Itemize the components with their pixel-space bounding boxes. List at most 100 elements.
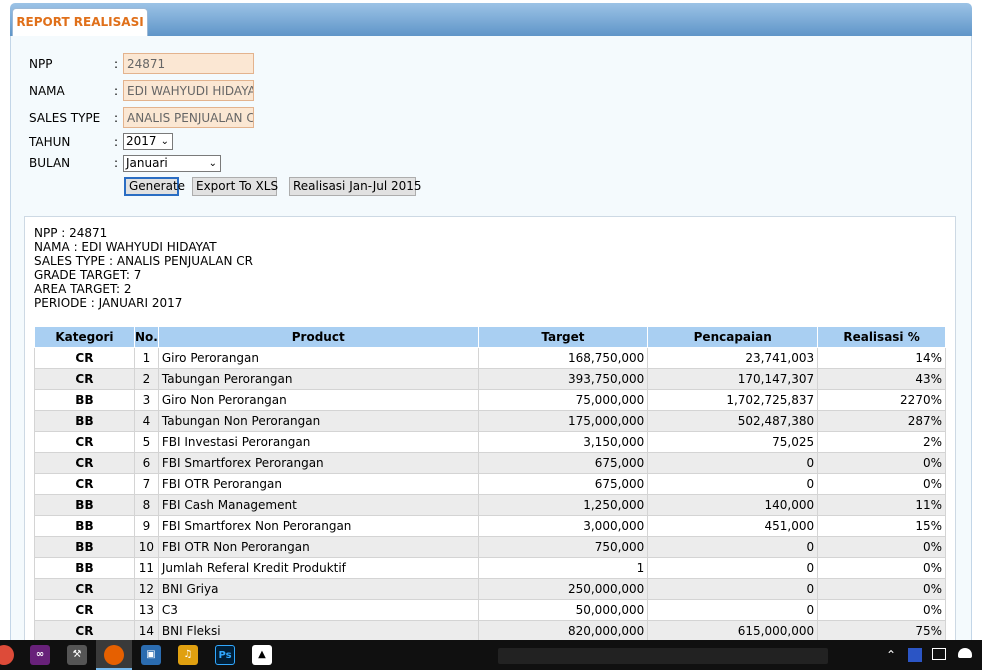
- cell-product: C3: [157, 599, 479, 621]
- cell-target: 50,000,000: [477, 599, 649, 621]
- display-icon[interactable]: [932, 648, 946, 660]
- cell-target: 1,250,000: [477, 494, 649, 516]
- cell-product: Giro Perorangan: [157, 347, 479, 369]
- cell-pencapaian: 170,147,307: [647, 368, 819, 390]
- nama-field[interactable]: EDI WAHYUDI HIDAYAT: [123, 80, 254, 101]
- cell-target: 675,000: [477, 452, 649, 474]
- cell-product: FBI OTR Perorangan: [157, 473, 479, 495]
- cell-no: 6: [133, 452, 159, 474]
- cell-realisasi: 2270%: [817, 389, 946, 411]
- media-icon[interactable]: ♫: [178, 645, 198, 665]
- cell-no: 12: [133, 578, 159, 600]
- export-xls-button[interactable]: Export To XLS: [192, 177, 278, 196]
- cell-pencapaian: 0: [647, 578, 819, 600]
- table-row: CR 13 C3 50,000,000 0 0%: [34, 599, 946, 621]
- cell-pencapaian: 0: [647, 452, 819, 474]
- cell-no: 10: [133, 536, 159, 558]
- cell-realisasi: 0%: [817, 557, 946, 579]
- table-row: CR 5 FBI Investasi Perorangan 3,150,000 75,0…: [34, 431, 946, 453]
- cell-realisasi: 14%: [817, 347, 946, 369]
- cell-product: Jumlah Referal Kredit Produktif: [157, 557, 479, 579]
- bulan-select[interactable]: Januari ⌄: [123, 155, 221, 172]
- cell-product: BNI Griya: [157, 578, 479, 600]
- network-icon[interactable]: [908, 648, 922, 662]
- photoshop-icon[interactable]: Ps: [215, 645, 235, 665]
- table-row: BB 3 Giro Non Perorangan 75,000,000 1,702,72…: [34, 389, 946, 411]
- cell-pencapaian: 23,741,003: [647, 347, 819, 369]
- npp-colon: :: [114, 57, 119, 71]
- cell-no: 7: [133, 473, 159, 495]
- cell-product: Giro Non Perorangan: [157, 389, 479, 411]
- col-header-target: Target: [477, 326, 649, 348]
- cell-product: BNI Fleksi: [157, 620, 479, 642]
- tahun-select-value: 2017: [126, 134, 157, 148]
- bulan-label: BULAN: [29, 156, 71, 170]
- cell-target: 393,750,000: [477, 368, 649, 390]
- cell-kategori: BB: [34, 515, 135, 537]
- table-row: CR 12 BNI Griya 250,000,000 0 0%: [34, 578, 946, 600]
- cell-kategori: CR: [34, 431, 135, 453]
- cell-pencapaian: 1,702,725,837: [647, 389, 819, 411]
- realisasi-jan-jul-button[interactable]: Realisasi Jan-Jul 2015: [289, 177, 422, 196]
- remote-desktop-icon[interactable]: ▣: [141, 645, 161, 665]
- cell-target: 75,000,000: [477, 389, 649, 411]
- cell-target: 1: [477, 557, 649, 579]
- report-table: Kategori No. Product Target Pencapaian R…: [34, 326, 946, 642]
- cell-realisasi: 0%: [817, 536, 946, 558]
- generate-button[interactable]: Generate: [124, 177, 185, 196]
- cloud-icon[interactable]: [958, 648, 972, 658]
- cell-kategori: BB: [34, 536, 135, 558]
- chrome-icon[interactable]: [0, 645, 14, 665]
- photos-icon[interactable]: ▲: [252, 645, 272, 665]
- cell-product: FBI Cash Management: [157, 494, 479, 516]
- table-body: CR 1 Giro Perorangan 168,750,000 23,741,003 1…: [34, 347, 946, 642]
- info-grade-target: GRADE TARGET: 7: [34, 268, 142, 282]
- cell-target: 3,150,000: [477, 431, 649, 453]
- tools-icon[interactable]: ⚒: [67, 645, 87, 665]
- cell-no: 11: [133, 557, 159, 579]
- nama-colon: :: [114, 84, 119, 98]
- media-controls[interactable]: [498, 648, 828, 664]
- col-header-pencapaian: Pencapaian: [647, 326, 819, 348]
- table-row: BB 4 Tabungan Non Perorangan 175,000,000 502…: [34, 410, 946, 432]
- info-sales-type: SALES TYPE : ANALIS PENJUALAN CR: [34, 254, 253, 268]
- cell-kategori: BB: [34, 557, 135, 579]
- cell-no: 3: [133, 389, 159, 411]
- tahun-colon: :: [114, 135, 119, 149]
- cell-kategori: CR: [34, 452, 135, 474]
- cell-realisasi: 0%: [817, 578, 946, 600]
- chevron-up-icon[interactable]: ⌃: [886, 648, 896, 662]
- cell-no: 8: [133, 494, 159, 516]
- tahun-select[interactable]: 2017 ⌄: [123, 133, 173, 150]
- cell-no: 4: [133, 410, 159, 432]
- cell-pencapaian: 0: [647, 599, 819, 621]
- table-row: BB 9 FBI Smartforex Non Perorangan 3,000,00…: [34, 515, 946, 537]
- table-row: CR 14 BNI Fleksi 820,000,000 615,000,000 75%: [34, 620, 946, 642]
- cell-realisasi: 0%: [817, 473, 946, 495]
- table-row: BB 8 FBI Cash Management 1,250,000 140,000 11…: [34, 494, 946, 516]
- col-header-kategori: Kategori: [34, 326, 135, 348]
- sales-type-label: SALES TYPE: [29, 111, 101, 125]
- col-header-product: Product: [157, 326, 479, 348]
- cell-pencapaian: 0: [647, 473, 819, 495]
- cell-pencapaian: 615,000,000: [647, 620, 819, 642]
- visual-studio-icon[interactable]: ∞: [30, 645, 50, 665]
- cell-product: FBI OTR Non Perorangan: [157, 536, 479, 558]
- cell-kategori: CR: [34, 347, 135, 369]
- cell-no: 1: [133, 347, 159, 369]
- sales-type-field[interactable]: ANALIS PENJUALAN CR: [123, 107, 254, 128]
- table-row: CR 1 Giro Perorangan 168,750,000 23,741,003 1…: [34, 347, 946, 369]
- table-row: BB 11 Jumlah Referal Kredit Produktif 1 0 0%: [34, 557, 946, 579]
- firefox-icon[interactable]: [104, 645, 124, 665]
- cell-pencapaian: 0: [647, 557, 819, 579]
- npp-field[interactable]: 24871: [123, 53, 254, 74]
- table-row: CR 2 Tabungan Perorangan 393,750,000 170,147…: [34, 368, 946, 390]
- tab-report-realisasi[interactable]: REPORT REALISASI: [12, 8, 148, 36]
- cell-realisasi: 0%: [817, 599, 946, 621]
- cell-realisasi: 287%: [817, 410, 946, 432]
- sales-type-colon: :: [114, 111, 119, 125]
- cell-kategori: CR: [34, 578, 135, 600]
- cell-pencapaian: 502,487,380: [647, 410, 819, 432]
- cell-target: 675,000: [477, 473, 649, 495]
- chevron-down-icon: ⌄: [208, 158, 217, 169]
